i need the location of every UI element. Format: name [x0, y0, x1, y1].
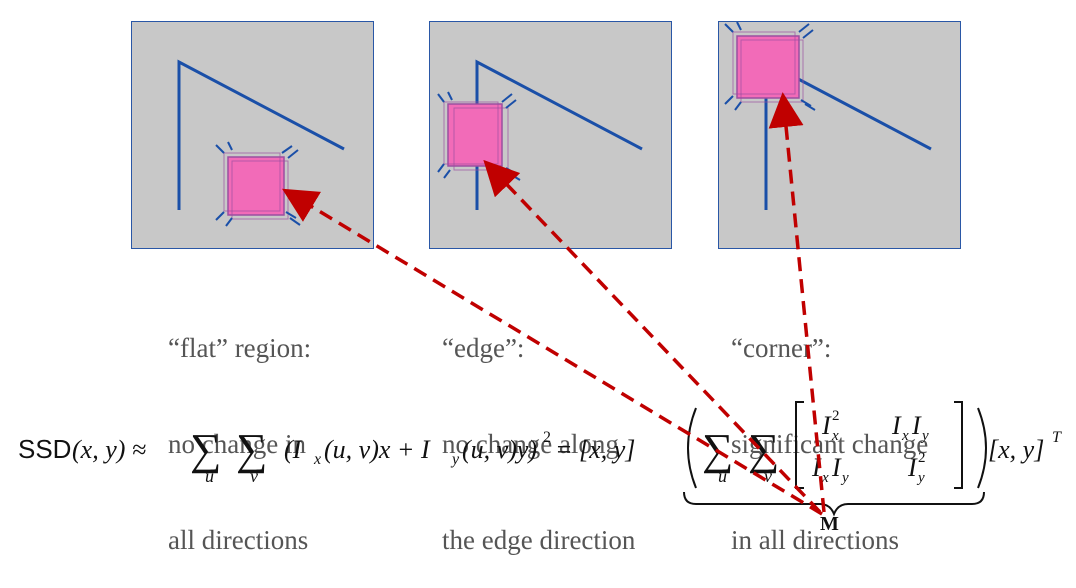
corner-panel [718, 21, 961, 249]
term-part1: (I [284, 435, 303, 464]
matrix-b2-sub: y [920, 428, 929, 444]
edge-illustration [437, 59, 643, 210]
ssd-args: (x, y) ≈ [72, 435, 146, 464]
term-sub-x: x [313, 451, 321, 468]
matrix-b1-sub: x [901, 428, 909, 444]
term-part3: (u, v)y) [462, 435, 537, 464]
matrix-c2-sub: y [840, 470, 849, 486]
tail-transpose: T [1052, 429, 1062, 446]
caption-line: “corner”: [731, 333, 832, 363]
window-square [443, 101, 509, 171]
term-part2: (u, v)x + I [324, 435, 431, 464]
matrix-d: I [907, 453, 918, 482]
left-paren [687, 407, 697, 489]
flat-region-illustration [177, 59, 345, 227]
brace-label-m: M [820, 513, 839, 535]
matrix-d-sup: 2 [918, 450, 926, 466]
matrix-b1: I [891, 411, 902, 440]
matrix-c2: I [831, 453, 842, 482]
flat-region-panel [131, 21, 374, 249]
matrix-right-bracket [954, 401, 963, 489]
matrix-c1-sub: x [821, 470, 829, 486]
inner-index-v: v [764, 466, 772, 486]
right-paren [977, 407, 987, 489]
ssd-formula: SSD (x, y) ≈ ∑ ∑ u v (I x (u, v)x + I y … [18, 401, 1062, 535]
inner-index-u: u [718, 466, 727, 486]
window-square [223, 152, 289, 220]
term-sub-y: y [450, 451, 460, 468]
corner-illustration [724, 22, 932, 210]
matrix-a-sub: x [831, 428, 839, 444]
caption-line: “edge”: [442, 333, 525, 363]
equals-xy: = [x, y] [555, 435, 635, 464]
caption-line: “flat” region: [168, 333, 312, 363]
matrix-c1: I [811, 453, 822, 482]
ssd-label: SSD [18, 434, 71, 464]
edge-panel [429, 21, 672, 249]
term-square: 2 [543, 429, 551, 446]
sum-u-index: u [205, 466, 214, 486]
matrix-a: I [821, 411, 832, 440]
underbrace [683, 491, 985, 517]
matrix-b2: I [911, 411, 922, 440]
tail-xy: [x, y] [988, 435, 1044, 464]
sum-v-index: v [250, 466, 258, 486]
matrix-left-bracket [795, 401, 804, 489]
matrix-d-sub: y [916, 470, 925, 486]
window-square [732, 31, 804, 103]
matrix-a-sup: 2 [832, 408, 840, 424]
